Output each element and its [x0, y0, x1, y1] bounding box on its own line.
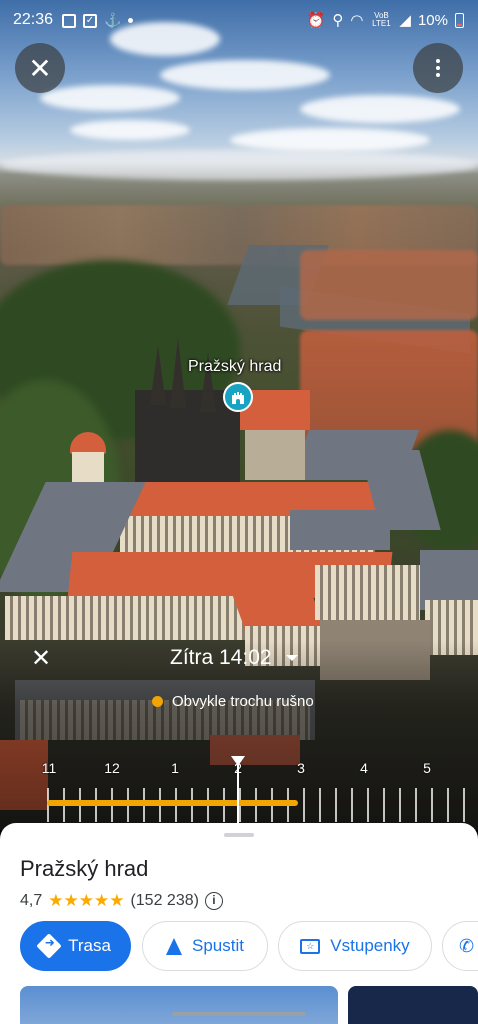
cloud [300, 95, 460, 123]
building [245, 430, 305, 480]
hour-tick [303, 788, 305, 822]
cloud [230, 128, 430, 152]
ticket-icon: ☆ [300, 938, 321, 954]
battery-percent: 10% [417, 11, 448, 29]
navigation-icon [166, 937, 182, 955]
hour-tick [351, 788, 353, 822]
photo-thumbnail[interactable] [20, 986, 338, 1024]
cloud [70, 120, 190, 140]
cathedral-spire [170, 338, 186, 408]
time-selector[interactable]: Zítra 14:02 [170, 646, 298, 670]
hour-tick [463, 788, 465, 822]
busyness-dot-icon [152, 696, 163, 707]
hour-tick [335, 788, 337, 822]
phone-icon: ✆ [459, 935, 475, 956]
palace-facade [5, 596, 245, 640]
hour-label: 1 [171, 760, 179, 776]
castle-icon [232, 392, 244, 404]
place-sheet[interactable]: Pražský hrad 4,7 ★★★★★ (152 238) i Trasa… [0, 823, 478, 1024]
tickets-label: Vstupenky [330, 936, 410, 955]
start-navigation-button[interactable]: Spustit [142, 921, 268, 971]
hour-tick [319, 788, 321, 822]
check-icon: ✓ [83, 13, 97, 28]
cloud [160, 60, 330, 90]
hour-tick [383, 788, 385, 822]
rating-stars: ★★★★★ [48, 891, 125, 910]
current-time-marker [237, 762, 239, 824]
hour-tick [415, 788, 417, 822]
place-pin[interactable] [223, 382, 253, 412]
palace-roof [290, 510, 390, 550]
rating-row[interactable]: 4,7 ★★★★★ (152 238) i [20, 891, 223, 911]
tickets-button[interactable]: ☆ Vstupenky [278, 921, 432, 971]
city-roofs [300, 250, 478, 320]
drag-handle[interactable] [224, 833, 254, 837]
dot-icon [128, 18, 134, 23]
hour-label: 5 [423, 760, 431, 776]
hour-label: 12 [104, 760, 120, 776]
status-bar: 22:36 ✓ ⚓ ⏰ ⚲ ◠ VoB LTE1 ◢ 10% [0, 0, 478, 42]
close-busyness-button[interactable]: ✕ [28, 646, 54, 672]
dropdown-caret-icon [285, 655, 298, 661]
carrier-label: VoB LTE1 [372, 11, 391, 28]
info-icon[interactable]: i [204, 892, 223, 910]
more-vert-icon [436, 59, 440, 77]
cloud [40, 85, 180, 111]
more-options-button[interactable] [413, 43, 463, 93]
hour-label: 3 [297, 760, 305, 776]
wifi-icon: ◠ [350, 12, 364, 29]
cathedral [135, 390, 240, 490]
anchor-icon: ⚓ [104, 12, 122, 28]
hour-tick [399, 788, 401, 822]
rating-value: 4,7 [20, 892, 43, 909]
gesture-nav-bar[interactable] [172, 1012, 306, 1016]
hour-tick [367, 788, 369, 822]
busyness-status: Obvykle trochu rušno [152, 693, 314, 710]
palace-facade [315, 565, 420, 620]
system-icons: ⏰ ⚲ ◠ VoB LTE1 ◢ 10% [307, 11, 464, 29]
current-time-marker-head [231, 756, 245, 766]
hour-label: 11 [41, 760, 57, 776]
hour-tick [447, 788, 449, 822]
battery-icon [455, 12, 464, 28]
notification-icons: ✓ ⚓ [62, 12, 134, 29]
close-icon: ✕ [30, 645, 52, 672]
directions-label: Trasa [68, 936, 111, 955]
action-chips: Trasa Spustit ☆ Vstupenky ✆ [20, 921, 478, 971]
signal-icon: ◢ [399, 12, 411, 29]
call-button[interactable]: ✆ [442, 921, 478, 971]
screen: 22:36 ✓ ⚓ ⏰ ⚲ ◠ VoB LTE1 ◢ 10% ✕ Pražský… [0, 0, 478, 1024]
cathedral-spire [150, 345, 166, 405]
busyness-bar [47, 800, 298, 806]
image-icon [62, 13, 76, 28]
review-count: (152 238) [130, 892, 199, 909]
selected-time: Zítra 14:02 [170, 646, 272, 669]
directions-button[interactable]: Trasa [20, 921, 131, 971]
haze [0, 150, 478, 180]
hour-tick [431, 788, 433, 822]
place-label[interactable]: Pražský hrad [188, 358, 281, 376]
close-icon: ✕ [28, 52, 52, 84]
photo-thumbnail[interactable] [348, 986, 478, 1024]
alarm-icon: ⏰ [306, 12, 326, 29]
status-time: 22:36 [13, 11, 54, 28]
location-icon: ⚲ [332, 12, 344, 29]
place-title: Pražský hrad [20, 856, 149, 881]
close-button[interactable]: ✕ [15, 43, 65, 93]
hour-label: 4 [360, 760, 368, 776]
directions-icon [36, 933, 62, 959]
start-label: Spustit [192, 936, 244, 955]
busyness-status-text: Obvykle trochu rušno [172, 693, 314, 710]
